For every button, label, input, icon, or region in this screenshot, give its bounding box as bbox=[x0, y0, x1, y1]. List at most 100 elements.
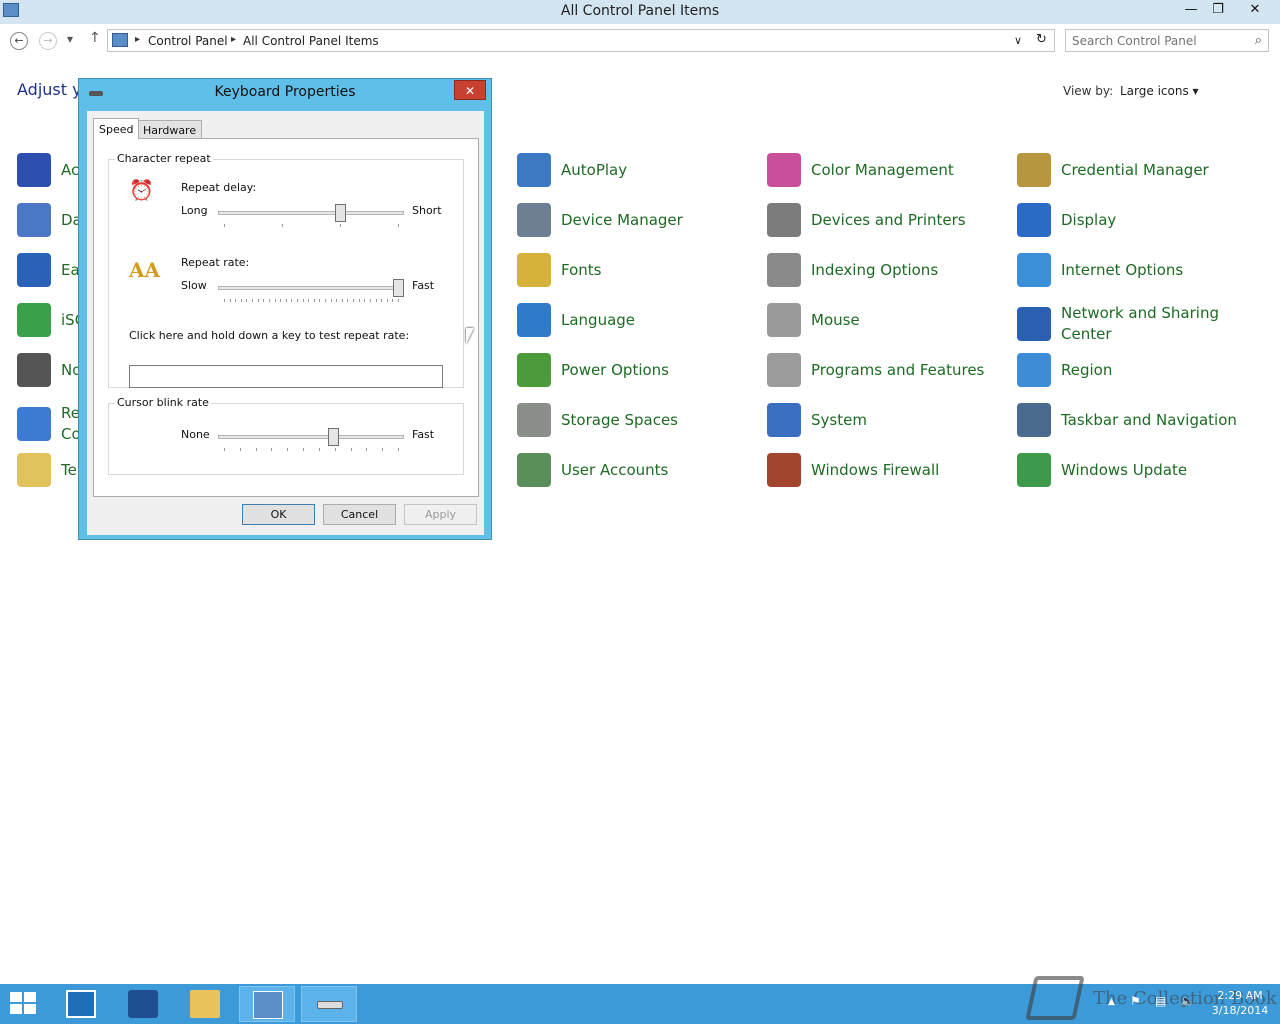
cp-item-taskbar-and-navigation[interactable]: Taskbar and Navigation bbox=[1017, 403, 1252, 437]
left-item-6[interactable]: Te bbox=[17, 453, 77, 487]
repeat-delay-max-label: Short bbox=[412, 204, 442, 217]
taskbar-server-manager[interactable] bbox=[53, 986, 109, 1022]
cp-item-autoplay[interactable]: AutoPlay bbox=[517, 153, 752, 187]
action-center-flag-icon[interactable]: ⚑ bbox=[1130, 994, 1141, 1008]
forward-button[interactable]: → bbox=[39, 32, 57, 50]
address-dropdown-icon[interactable]: ∨ bbox=[1014, 34, 1022, 47]
programs-features-icon bbox=[767, 353, 801, 387]
taskbar-keyboard[interactable] bbox=[301, 986, 357, 1022]
cp-item-language[interactable]: Language bbox=[517, 303, 752, 337]
repeat-rate-label: Repeat rate: bbox=[181, 256, 250, 269]
cp-item-programs-and-features[interactable]: Programs and Features bbox=[767, 353, 1002, 387]
notification-area-icon bbox=[17, 353, 51, 387]
cp-item-fonts[interactable]: Fonts bbox=[517, 253, 752, 287]
tab-hardware[interactable]: Hardware bbox=[137, 120, 203, 138]
taskbar: The Collection Book ▲ ⚑ ▤ 🔈 2:29 AM 3/18… bbox=[0, 976, 1280, 1024]
recent-locations-button[interactable]: ▾ bbox=[67, 32, 73, 46]
apply-button[interactable]: Apply bbox=[404, 504, 477, 525]
search-box[interactable]: ⌕ bbox=[1065, 29, 1269, 52]
slider-tick bbox=[325, 299, 327, 302]
network-sharing-icon bbox=[1017, 307, 1051, 341]
network-icon[interactable]: ▤ bbox=[1155, 994, 1166, 1008]
slider-tick bbox=[369, 299, 371, 302]
cp-item-label: Credential Manager bbox=[1061, 160, 1209, 179]
cursor-blink-slider[interactable] bbox=[328, 428, 340, 446]
control-panel-icon bbox=[112, 33, 128, 47]
cp-item-credential-manager[interactable]: Credential Manager bbox=[1017, 153, 1252, 187]
search-input[interactable] bbox=[1072, 33, 1242, 49]
slider-tick bbox=[381, 299, 383, 302]
restore-button[interactable]: ❐ bbox=[1203, 0, 1233, 20]
cp-item-windows-update[interactable]: Windows Update bbox=[1017, 453, 1252, 487]
repeat-rate-track[interactable] bbox=[218, 286, 404, 290]
slider-tick bbox=[235, 299, 237, 302]
cp-item-windows-firewall[interactable]: Windows Firewall bbox=[767, 453, 1002, 487]
up-button[interactable]: ↑ bbox=[89, 30, 101, 46]
cp-item-color-management[interactable]: Color Management bbox=[767, 153, 1002, 187]
slider-tick bbox=[353, 299, 355, 302]
repeat-delay-track[interactable] bbox=[218, 211, 404, 215]
slider-tick bbox=[224, 224, 225, 227]
refresh-icon[interactable]: ↻ bbox=[1036, 32, 1047, 47]
back-button[interactable]: ← bbox=[10, 32, 28, 50]
cp-item-device-manager[interactable]: Device Manager bbox=[517, 203, 752, 237]
taskbar-file-explorer[interactable] bbox=[177, 986, 233, 1022]
slider-tick bbox=[392, 299, 394, 302]
taskbar-control-panel[interactable] bbox=[239, 986, 295, 1022]
breadcrumb-control-panel[interactable]: Control Panel bbox=[148, 34, 228, 48]
test-repeat-input[interactable] bbox=[129, 365, 443, 388]
repeat-rate-slider[interactable] bbox=[393, 279, 404, 297]
cp-item-system[interactable]: System bbox=[767, 403, 1002, 437]
cursor-blink-track[interactable] bbox=[218, 435, 404, 439]
dialog-close-button[interactable]: ✕ bbox=[454, 80, 486, 100]
internet-options-globe-icon bbox=[1017, 253, 1051, 287]
volume-icon[interactable]: 🔈 bbox=[1180, 994, 1195, 1008]
left-item-2[interactable]: Ea bbox=[17, 253, 80, 287]
taskbar-powershell[interactable] bbox=[115, 986, 171, 1022]
view-by-dropdown[interactable]: Large icons ▾ bbox=[1120, 84, 1199, 98]
repeat-rate-letters-icon: AA bbox=[129, 258, 161, 282]
left-item-5[interactable]: Re Co bbox=[17, 403, 81, 445]
cp-item-user-accounts[interactable]: User Accounts bbox=[517, 453, 752, 487]
repeat-delay-slider[interactable] bbox=[335, 204, 347, 222]
cp-item-indexing-options[interactable]: Indexing Options bbox=[767, 253, 1002, 287]
cp-item-label: Storage Spaces bbox=[561, 410, 678, 429]
cp-item-label: Programs and Features bbox=[811, 360, 985, 379]
clock-date: 3/18/2014 bbox=[1211, 1004, 1269, 1017]
cp-item-network-and-sharing-center[interactable]: Network and Sharing Center bbox=[1017, 303, 1252, 345]
cp-item-internet-options[interactable]: Internet Options bbox=[1017, 253, 1252, 287]
cancel-button[interactable]: Cancel bbox=[323, 504, 396, 525]
ok-button[interactable]: OK bbox=[242, 504, 315, 525]
address-bar[interactable]: ▸ Control Panel ▸ All Control Panel Item… bbox=[107, 29, 1055, 52]
minimize-button[interactable]: — bbox=[1176, 0, 1206, 20]
file-explorer-icon bbox=[190, 990, 220, 1018]
cp-item-storage-spaces[interactable]: Storage Spaces bbox=[517, 403, 752, 437]
cp-item-power-options[interactable]: Power Options bbox=[517, 353, 752, 387]
cp-item-mouse[interactable]: Mouse bbox=[767, 303, 1002, 337]
left-item-1[interactable]: Da bbox=[17, 203, 82, 237]
tray-overflow-icon[interactable]: ▲ bbox=[1108, 997, 1115, 1007]
close-button[interactable]: ✕ bbox=[1240, 0, 1270, 20]
repeat-rate-min-label: Slow bbox=[181, 279, 207, 292]
breadcrumb-separator[interactable]: ▸ bbox=[135, 34, 140, 45]
window-titlebar: All Control Panel Items — ❐ ✕ bbox=[0, 0, 1280, 24]
cursor-blink-max-label: Fast bbox=[412, 428, 435, 441]
mouse-icon bbox=[767, 303, 801, 337]
search-icon[interactable]: ⌕ bbox=[1255, 33, 1262, 48]
left-item-4[interactable]: No bbox=[17, 353, 81, 387]
slider-tick bbox=[296, 299, 298, 302]
breadcrumb-separator[interactable]: ▸ bbox=[231, 34, 236, 45]
clock[interactable]: 2:29 AM 3/18/2014 bbox=[1205, 988, 1275, 1018]
left-item-0[interactable]: Ac bbox=[17, 153, 79, 187]
autoplay-icon bbox=[517, 153, 551, 187]
clock-time: 2:29 AM bbox=[1217, 989, 1263, 1002]
cp-item-display[interactable]: Display bbox=[1017, 203, 1252, 237]
slider-tick bbox=[303, 448, 305, 451]
tab-speed[interactable]: Speed bbox=[93, 118, 140, 139]
system-computer-icon bbox=[767, 403, 801, 437]
left-item-3[interactable]: iSC bbox=[17, 303, 85, 337]
cp-item-devices-and-printers[interactable]: Devices and Printers bbox=[767, 203, 1002, 237]
start-button-icon[interactable] bbox=[10, 992, 38, 1016]
cp-item-region[interactable]: Region bbox=[1017, 353, 1252, 387]
breadcrumb-all-items[interactable]: All Control Panel Items bbox=[243, 34, 379, 48]
